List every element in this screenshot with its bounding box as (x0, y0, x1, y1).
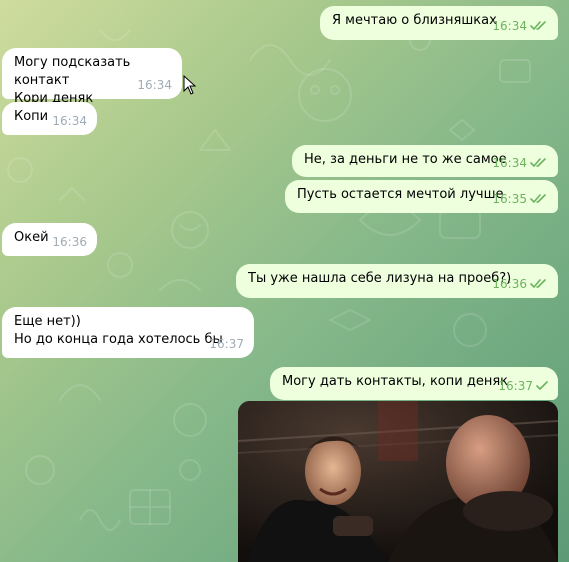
message-bubble-outgoing[interactable]: Ты уже нашла себе лизуна на проеб?) 16:3… (236, 264, 558, 298)
message-time: 16:37 (209, 337, 244, 351)
message-list: Я мечтаю о близняшках 16:34 Могу подсказ… (0, 0, 569, 562)
message-meta: 16:37 (498, 377, 548, 395)
message-time: 16:34 (137, 78, 172, 92)
message-time: 16:34 (492, 19, 527, 33)
mouse-cursor-icon (183, 75, 197, 95)
message-bubble-incoming[interactable]: Еще нет)) Но до конца года хотелось бы 1… (2, 307, 254, 358)
gif-attachment[interactable] (238, 401, 558, 562)
single-check-icon (536, 381, 548, 391)
message-meta: 16:34 (137, 76, 172, 94)
message-bubble-outgoing[interactable]: Не, за деньги не то же самое 16:34 (292, 145, 558, 177)
message-time: 16:36 (492, 277, 527, 291)
message-meta: 16:34 (492, 17, 548, 35)
message-time: 16:36 (52, 235, 87, 249)
message-bubble-incoming[interactable]: Могу подсказать контакт Кори деняк 16:34 (2, 48, 182, 106)
message-bubble-outgoing[interactable]: Я мечтаю о близняшках 16:34 (320, 6, 558, 40)
message-meta: 16:35 (492, 190, 548, 208)
message-bubble-incoming[interactable]: Окей 16:36 (2, 223, 97, 256)
message-meta: 16:36 (492, 275, 548, 293)
gif-preview-image (238, 401, 558, 562)
double-check-icon (530, 279, 548, 289)
message-meta: 16:36 (52, 233, 87, 251)
double-check-icon (530, 194, 548, 204)
message-bubble-outgoing[interactable]: Могу дать контакты, копи деняк 16:37 (270, 367, 558, 400)
message-meta: 16:37 (209, 335, 244, 353)
double-check-icon (530, 158, 548, 168)
double-check-icon (530, 21, 548, 31)
message-meta: 16:34 (52, 112, 87, 130)
message-time: 16:37 (498, 379, 533, 393)
message-text: Еще нет)) Но до конца года хотелось бы (14, 314, 223, 347)
message-bubble-incoming[interactable]: Копи 16:34 (2, 102, 97, 135)
message-meta: 16:34 (492, 154, 548, 172)
message-time: 16:34 (492, 156, 527, 170)
message-time: 16:35 (492, 192, 527, 206)
message-time: 16:34 (52, 114, 87, 128)
message-bubble-outgoing[interactable]: Пусть остается мечтой лучше 16:35 (285, 180, 558, 213)
